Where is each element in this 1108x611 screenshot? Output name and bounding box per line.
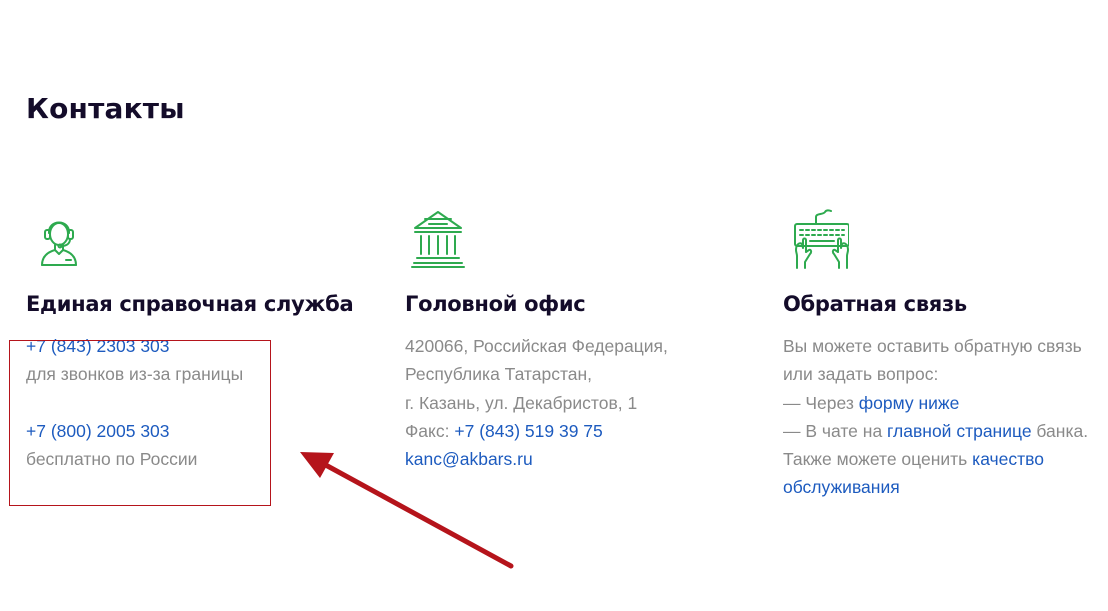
annotation-arrow-icon — [300, 452, 514, 569]
